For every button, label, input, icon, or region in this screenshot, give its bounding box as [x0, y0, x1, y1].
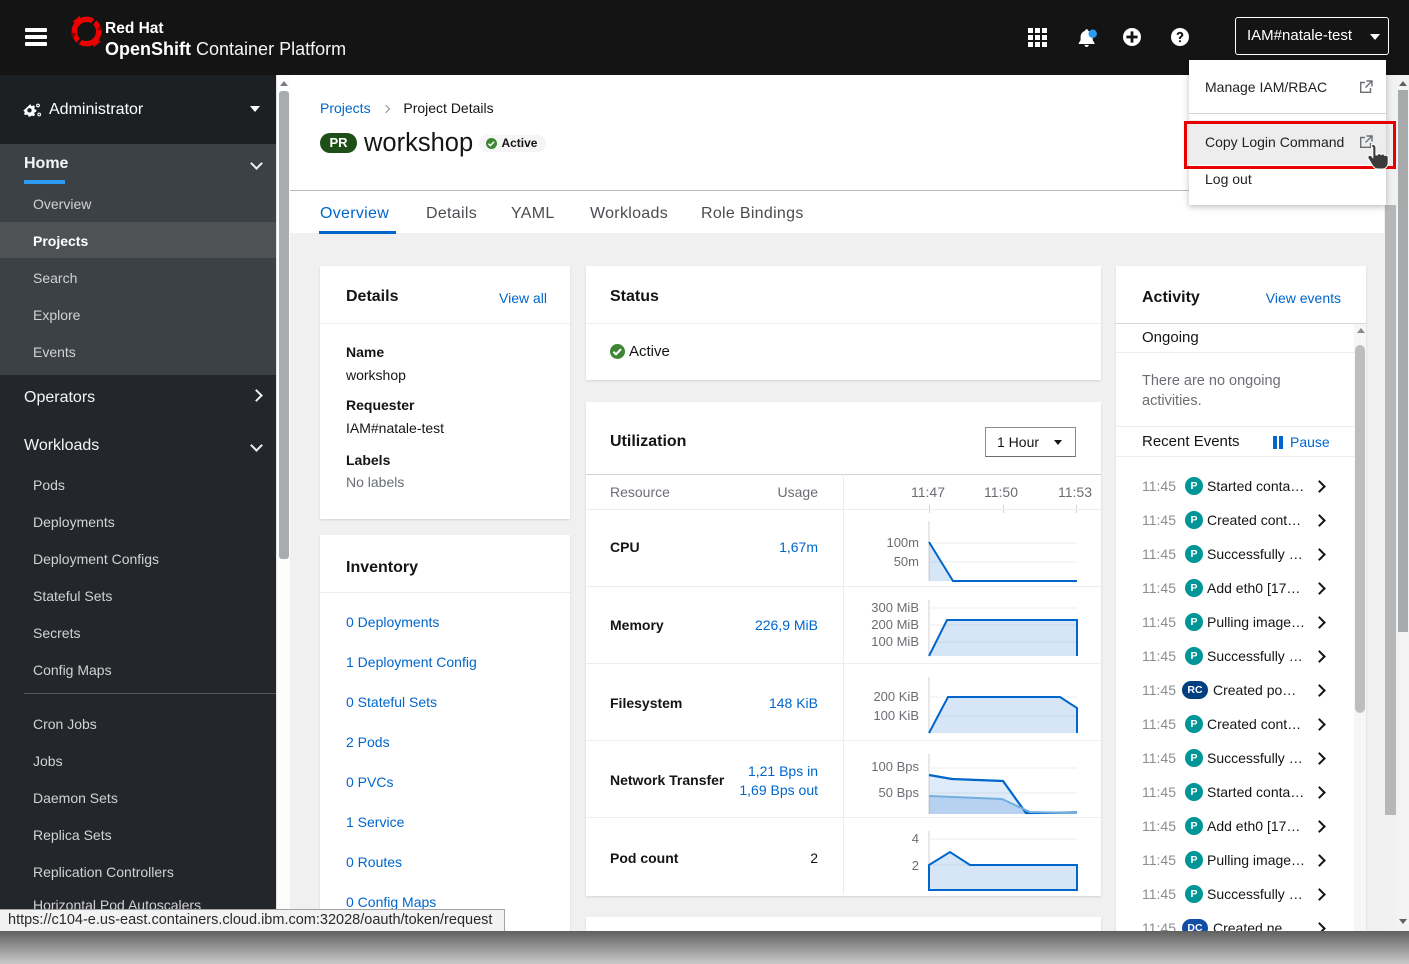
- svg-text:100m: 100m: [886, 535, 919, 550]
- svg-text:4: 4: [912, 831, 919, 846]
- svg-text:300 MiB: 300 MiB: [871, 600, 919, 615]
- svg-text:2: 2: [912, 858, 919, 873]
- svg-text:200 MiB: 200 MiB: [871, 617, 919, 632]
- svg-text:50m: 50m: [894, 554, 919, 569]
- svg-text:50 Bps: 50 Bps: [879, 785, 920, 800]
- svg-text:100 MiB: 100 MiB: [871, 634, 919, 649]
- svg-text:100 Bps: 100 Bps: [871, 759, 919, 774]
- svg-text:200 KiB: 200 KiB: [873, 689, 919, 704]
- svg-text:100 KiB: 100 KiB: [873, 708, 919, 723]
